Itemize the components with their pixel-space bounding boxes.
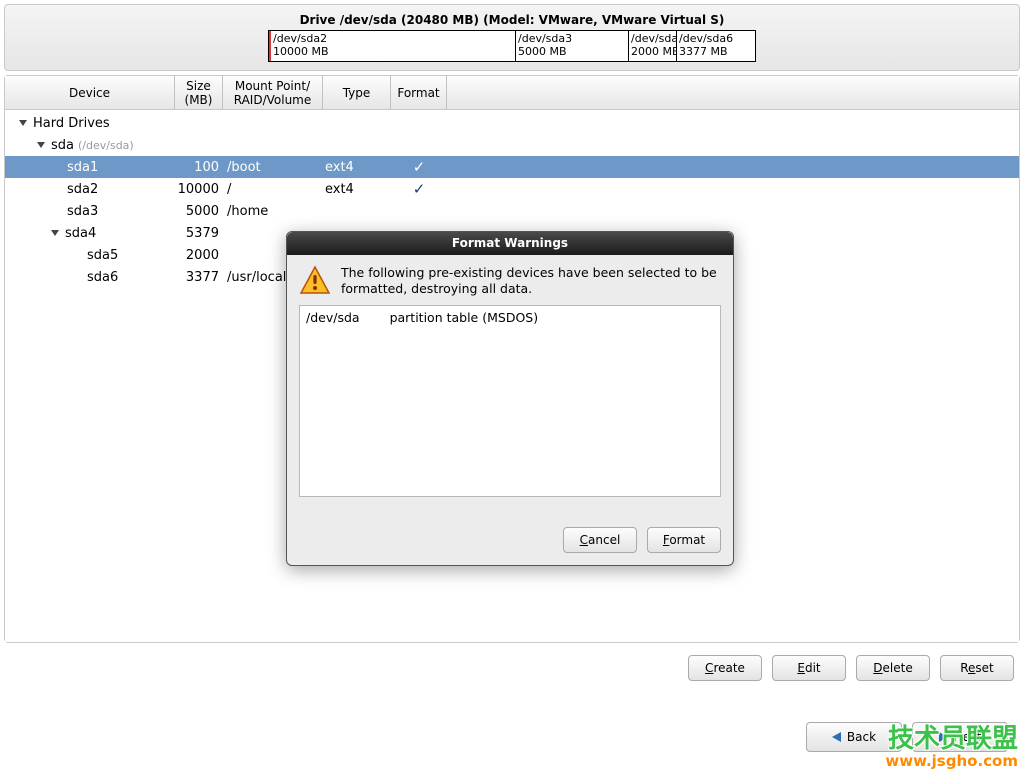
drive-header-panel: Drive /dev/sda (20480 MB) (Model: VMware… bbox=[4, 4, 1020, 71]
warning-icon bbox=[299, 265, 331, 297]
drive-segment[interactable]: /dev/sda2000 MB bbox=[629, 31, 677, 61]
partition-name: sda2 bbox=[67, 182, 98, 197]
cancel-button[interactable]: Cancel bbox=[563, 527, 637, 553]
col-mount[interactable]: Mount Point/RAID/Volume bbox=[223, 76, 323, 109]
partition-format-flag: ✓ bbox=[391, 180, 447, 198]
col-device[interactable]: Device bbox=[5, 76, 175, 109]
table-row[interactable]: sda2 10000/ext4✓ bbox=[5, 178, 1019, 200]
back-button[interactable]: Back bbox=[806, 722, 902, 752]
dialog-message: The following pre-existing devices have … bbox=[341, 265, 721, 297]
format-warnings-dialog: Format Warnings The following pre-existi… bbox=[286, 231, 734, 566]
watermark-url: www.jsgho.com bbox=[885, 752, 1018, 770]
partition-name: sda4 bbox=[65, 226, 96, 241]
drive-segment[interactable]: /dev/sda210000 MB bbox=[269, 31, 516, 61]
create-button[interactable]: Create bbox=[688, 655, 762, 681]
tree-disk-label: sda bbox=[51, 138, 74, 153]
drive-title: Drive /dev/sda (20480 MB) (Model: VMware… bbox=[300, 13, 725, 27]
next-button[interactable]: Next bbox=[912, 722, 1008, 752]
partition-size: 2000 bbox=[175, 248, 223, 263]
partition-actions: Create Edit Delete Reset bbox=[0, 647, 1024, 685]
partition-mount: /boot bbox=[223, 160, 323, 175]
col-size[interactable]: Size(MB) bbox=[175, 76, 223, 109]
dialog-device-list[interactable]: /dev/sda partition table (MSDOS) bbox=[299, 305, 721, 497]
arrow-left-icon bbox=[832, 732, 841, 742]
partition-mount: /home bbox=[223, 204, 323, 219]
partition-name: sda6 bbox=[87, 270, 118, 285]
drive-segment[interactable]: /dev/sda35000 MB bbox=[516, 31, 629, 61]
partition-mount: / bbox=[223, 182, 323, 197]
partition-size: 10000 bbox=[175, 182, 223, 197]
wizard-nav: Back Next bbox=[806, 722, 1008, 752]
tree-root-label: Hard Drives bbox=[33, 116, 110, 131]
col-type[interactable]: Type bbox=[323, 76, 391, 109]
tree-disk[interactable]: sda (/dev/sda) bbox=[5, 134, 1019, 156]
chevron-down-icon bbox=[51, 230, 59, 236]
partition-name: sda1 bbox=[67, 160, 98, 175]
tree-root[interactable]: Hard Drives bbox=[5, 112, 1019, 134]
edit-button[interactable]: Edit bbox=[772, 655, 846, 681]
drive-map: /dev/sda210000 MB/dev/sda35000 MB/dev/sd… bbox=[268, 30, 756, 62]
col-format[interactable]: Format bbox=[391, 76, 447, 109]
tree-disk-path: (/dev/sda) bbox=[78, 139, 134, 152]
delete-button[interactable]: Delete bbox=[856, 655, 930, 681]
partition-type: ext4 bbox=[323, 182, 391, 197]
list-item[interactable]: /dev/sda partition table (MSDOS) bbox=[306, 310, 714, 325]
table-row[interactable]: sda1 100/bootext4✓ bbox=[5, 156, 1019, 178]
arrow-right-icon bbox=[939, 732, 948, 742]
chevron-down-icon bbox=[19, 120, 27, 126]
device-name: /dev/sda bbox=[306, 310, 360, 325]
partition-name: sda3 bbox=[67, 204, 98, 219]
drive-segment[interactable]: /dev/sda63377 MB bbox=[677, 31, 755, 61]
partition-size: 3377 bbox=[175, 270, 223, 285]
column-headers: Device Size(MB) Mount Point/RAID/Volume … bbox=[5, 76, 1019, 110]
table-row[interactable]: sda3 5000/home bbox=[5, 200, 1019, 222]
partition-size: 5379 bbox=[175, 226, 223, 241]
partition-type: ext4 bbox=[323, 160, 391, 175]
device-detail: partition table (MSDOS) bbox=[390, 310, 539, 325]
partition-name: sda5 bbox=[87, 248, 118, 263]
chevron-down-icon bbox=[37, 142, 45, 148]
partition-format-flag: ✓ bbox=[391, 158, 447, 176]
partition-size: 100 bbox=[175, 160, 223, 175]
partition-size: 5000 bbox=[175, 204, 223, 219]
format-button[interactable]: Format bbox=[647, 527, 721, 553]
dialog-title: Format Warnings bbox=[287, 232, 733, 255]
reset-button[interactable]: Reset bbox=[940, 655, 1014, 681]
